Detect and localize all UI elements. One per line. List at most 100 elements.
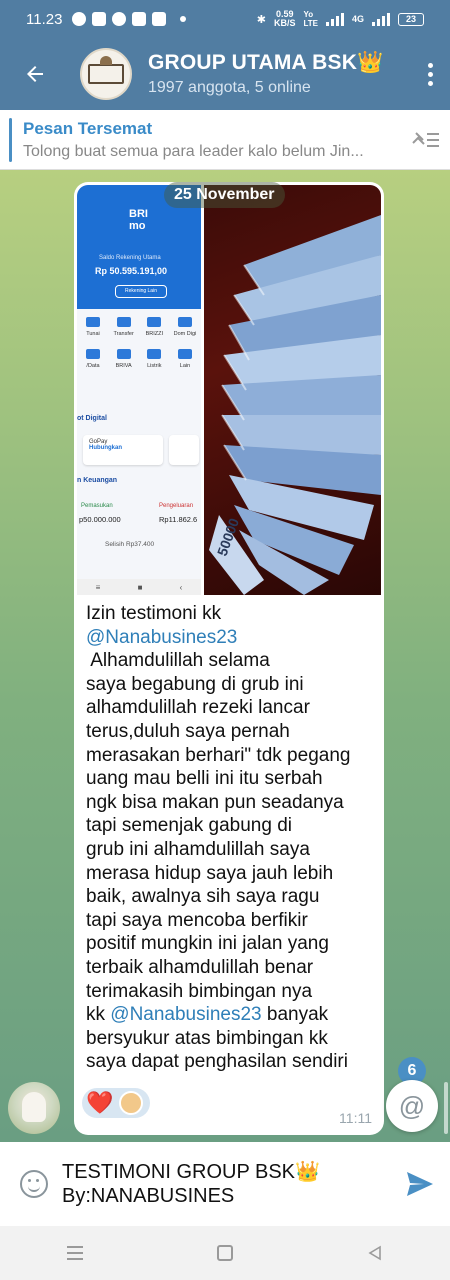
pinned-message[interactable]: Pesan Tersemat Tolong buat semua para le…: [0, 110, 450, 170]
home-button[interactable]: [195, 1226, 255, 1280]
facebook-icon: [112, 12, 127, 26]
message-line: ngk bisa makan pun seadanya: [86, 791, 344, 813]
message-time: 11:11: [339, 1110, 372, 1126]
more-notifications-icon: [180, 16, 187, 22]
system-nav-bar: [0, 1226, 450, 1280]
saldo-value: Rp 50.595.191,00: [95, 266, 168, 276]
expense-label: Pengeluaran: [159, 503, 194, 509]
bri-menu-grid: Tunai Transfer BRIZZI Dom Digi /Data BRI…: [77, 317, 201, 381]
photo-bank-screenshot[interactable]: BRI mo Saldo Rekening Utama Rp 50.595.19…: [77, 185, 201, 595]
mention-link[interactable]: @Nanabusines23: [110, 1004, 261, 1025]
smiley-icon: [20, 1170, 48, 1198]
message-line: terimakasih bimbingan nya: [86, 980, 313, 1002]
section-digital: ot Digital: [77, 415, 107, 422]
message-line: terus,duluh saya pernah: [86, 720, 290, 742]
message-line: Alhamdulillah selama: [86, 650, 270, 672]
arrow-left-icon: [27, 66, 43, 82]
pinned-content: Pesan Tersemat Tolong buat semua para le…: [23, 119, 400, 161]
photo-album[interactable]: BRI mo Saldo Rekening Utama Rp 50.595.19…: [77, 185, 381, 595]
pinned-list-button[interactable]: [400, 110, 450, 170]
network-type: 4G: [351, 14, 364, 24]
message-line: merasakan berhari" tdk pegang: [86, 744, 351, 766]
sender-avatar[interactable]: [8, 1082, 60, 1134]
recent-apps-button[interactable]: [45, 1226, 105, 1280]
group-title: GROUP UTAMA BSK👑: [148, 51, 384, 74]
message-line: saya dapat penghasilan sendiri: [86, 1051, 348, 1073]
chat-area[interactable]: BRI mo Saldo Rekening Utama Rp 50.595.19…: [0, 170, 450, 1142]
bri-menu-item: Listrik: [140, 349, 168, 369]
status-bar: 11.23 ✱ 0.59 KB/S Yo LTE 4G 23: [0, 0, 450, 38]
send-icon: [407, 1172, 433, 1196]
tiktok-icon: [92, 12, 107, 26]
signal-icon-2: [372, 12, 390, 26]
message-line: positif mungkin ini jalan yang: [86, 933, 329, 955]
back-button[interactable]: [0, 38, 70, 110]
bri-menu-row: /Data BRIVA Listrik Lain: [77, 349, 201, 369]
home-icon: [217, 1245, 233, 1261]
mention-link[interactable]: @Nanabusines23: [86, 627, 237, 648]
message-bubble[interactable]: BRI mo Saldo Rekening Utama Rp 50.595.19…: [74, 182, 384, 1135]
b-notification-icon: [72, 12, 87, 26]
saldo-label: Saldo Rekening Utama: [99, 255, 161, 261]
scrollbar[interactable]: [444, 1082, 448, 1134]
more-menu-button[interactable]: [410, 38, 450, 110]
gopay-card: GoPay Hubungkan: [83, 435, 163, 465]
reactions-row[interactable]: ❤️: [82, 1088, 150, 1118]
date-label: 25 November: [164, 182, 285, 208]
shop-icon: [152, 12, 167, 26]
message-line: kk @Nanabusines23 banyak: [86, 1004, 329, 1026]
message-line: @Nanabusines23: [86, 626, 376, 650]
status-time: 11.23: [26, 10, 63, 28]
wallet-card-icon: [169, 435, 199, 465]
instagram-icon: [132, 12, 147, 26]
message-input[interactable]: TESTIMONI GROUP BSK👑 By:NANABUSINES: [62, 1160, 390, 1208]
bri-menu-item: /Data: [79, 349, 107, 369]
notification-icons: [72, 12, 187, 26]
group-subtitle: 1997 anggota, 5 online: [148, 79, 311, 96]
triangle-back-icon: [368, 1245, 381, 1261]
bri-menu-item: Transfer: [110, 317, 138, 337]
message-line: terbaik alhamdulillah benar: [86, 956, 314, 978]
reactor-avatar: [119, 1091, 144, 1115]
mention-jump-button[interactable]: @: [386, 1080, 438, 1132]
section-keuangan: n Keuangan: [77, 477, 118, 484]
emoji-button[interactable]: [0, 1142, 68, 1226]
message-line: merasa hidup saya jauh lebih: [86, 862, 334, 884]
dot: [427, 71, 433, 77]
message-line: tapi saya mencoba berfikir: [86, 909, 308, 931]
message-line: bersyukur atas bimbingan kk: [86, 1027, 328, 1049]
bri-menu-item: Tunai: [79, 317, 107, 337]
battery-icon: 23: [398, 12, 424, 26]
bri-menu-item: Dom Digi: [171, 317, 199, 337]
message-text: Izin testimoni kk @Nanabusines23 Alhamdul…: [86, 602, 376, 1074]
message-line: saya begabung di grub ini: [86, 673, 304, 695]
bri-menu-row: Tunai Transfer BRIZZI Dom Digi: [77, 317, 201, 337]
crown-emoji: 👑: [295, 1161, 320, 1183]
group-avatar[interactable]: [80, 48, 132, 100]
recent-apps-icon: [67, 1246, 83, 1260]
message-line: grub ini alhamdulillah saya: [86, 838, 310, 860]
message-line: uang mau belli ini itu serbah: [86, 768, 323, 790]
photo-cash-fan[interactable]: 50000: [204, 185, 381, 595]
pinned-indicator: [9, 117, 12, 162]
banknote-fan-image: 50000: [209, 215, 381, 595]
send-button[interactable]: [390, 1142, 450, 1226]
crown-emoji: 👑: [357, 51, 384, 74]
at-icon: @: [398, 1090, 426, 1121]
dot: [427, 80, 433, 86]
signal-icon: [325, 12, 344, 26]
bri-menu-item: BRIVA: [110, 349, 138, 369]
pinned-body: Tolong buat semua para leader kalo belum…: [23, 142, 364, 160]
volte-label: Yo LTE: [303, 10, 318, 28]
pinned-title: Pesan Tersemat: [23, 118, 153, 138]
app-header: 11.23 ✱ 0.59 KB/S Yo LTE 4G 23 GROUP UTA…: [0, 0, 450, 110]
message-input-bar[interactable]: TESTIMONI GROUP BSK👑 By:NANABUSINES: [0, 1142, 450, 1226]
selisih-value: Selisih Rp37.400: [105, 541, 155, 548]
group-info[interactable]: GROUP UTAMA BSK👑 1997 anggota, 5 online: [148, 51, 383, 97]
group-logo-icon: [88, 56, 124, 84]
income-label: Pemasukan: [81, 503, 113, 509]
dot: [427, 62, 433, 68]
bri-menu-item: BRIZZI: [140, 317, 168, 337]
back-nav-button[interactable]: [345, 1226, 405, 1280]
net-speed: 0.59 KB/S: [273, 9, 296, 28]
